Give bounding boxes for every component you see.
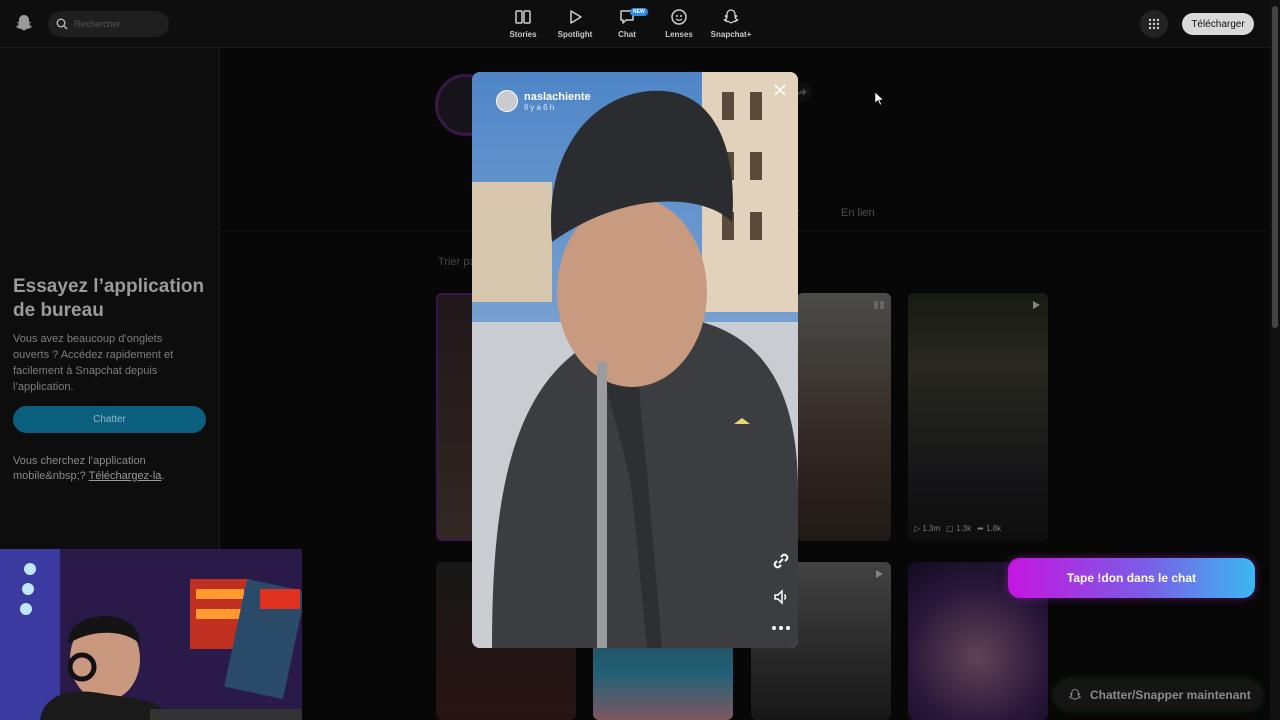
snapchat-web-page: Stories Spotlight NEW Chat Lenses Snapch… xyxy=(0,0,1280,720)
sound-icon[interactable] xyxy=(772,588,790,606)
story-timestamp: Il y a 6 h xyxy=(524,102,555,112)
webcam-overlay xyxy=(0,549,302,720)
donate-banner: Tape !don dans le chat xyxy=(1008,558,1255,598)
mobile-app-suffix: . xyxy=(161,470,165,482)
nav-lenses[interactable]: Lenses xyxy=(655,8,703,39)
snapchat-logo-icon[interactable] xyxy=(14,13,34,33)
more-options-icon[interactable] xyxy=(770,623,792,633)
story-user[interactable]: naslachiente Il y a 6 h xyxy=(496,90,591,112)
nav-label: Snapchat+ xyxy=(710,30,752,39)
story-video xyxy=(472,72,798,648)
chatter-button[interactable]: Chatter xyxy=(13,406,206,433)
download-button[interactable]: Télécharger xyxy=(1182,13,1254,35)
nav-label: Lenses xyxy=(665,30,693,39)
ghost-icon xyxy=(1069,688,1081,700)
search-icon xyxy=(56,18,68,30)
nav-chat[interactable]: NEW Chat xyxy=(603,8,651,39)
story-username[interactable]: naslachiente xyxy=(524,91,591,103)
search-bar[interactable] xyxy=(48,11,169,37)
search-input[interactable] xyxy=(74,19,164,29)
chat-now-label: Chatter/Snapper maintenant xyxy=(1090,688,1251,702)
play-icon xyxy=(570,10,582,24)
mobile-download-link[interactable]: Téléchargez-la xyxy=(89,470,162,482)
mobile-app-text: Vous cherchez l’application mobile&nbsp;… xyxy=(13,454,203,484)
snapchat-plus-icon xyxy=(723,9,739,24)
close-icon[interactable] xyxy=(772,82,788,98)
webcam-feed xyxy=(0,549,302,720)
scrollbar-thumb[interactable] xyxy=(1272,6,1278,328)
stories-icon xyxy=(515,10,531,24)
story-viewer[interactable]: naslachiente Il y a 6 h xyxy=(472,72,798,648)
promo-text: Vous avez beaucoup d’onglets ouverts ? A… xyxy=(13,333,174,393)
nav-snapchat-plus[interactable]: Snapchat+ xyxy=(707,8,755,39)
nav-label: Spotlight xyxy=(557,30,593,39)
link-icon[interactable] xyxy=(770,550,792,572)
story-avatar[interactable] xyxy=(496,90,518,112)
apps-grid-button[interactable] xyxy=(1140,10,1168,38)
nav-label: Stories xyxy=(509,30,537,39)
apps-grid-icon xyxy=(1148,18,1160,30)
nav-spotlight[interactable]: Spotlight xyxy=(551,8,599,39)
nav-stories[interactable]: Stories xyxy=(499,8,547,39)
promo-title: Essayez l’application de bureau xyxy=(13,276,205,321)
chat-now-button[interactable]: Chatter/Snapper maintenant xyxy=(1054,680,1262,710)
top-bar: Stories Spotlight NEW Chat Lenses Snapch… xyxy=(0,0,1270,48)
new-badge: NEW xyxy=(630,8,648,16)
lens-icon xyxy=(671,9,687,25)
mouse-cursor-icon xyxy=(875,92,885,106)
nav-label: Chat xyxy=(618,30,636,39)
